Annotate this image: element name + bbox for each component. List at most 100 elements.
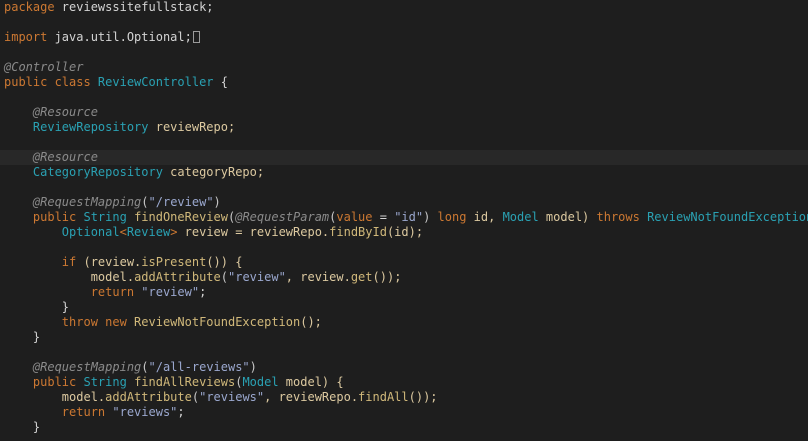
code-token: model) { — [278, 375, 344, 389]
code-line[interactable]: public class ReviewController { — [0, 75, 808, 90]
code-line[interactable]: return "review"; — [0, 285, 808, 300]
code-token: categoryRepo; — [162, 165, 265, 179]
code-token: "review" — [141, 285, 200, 299]
code-editor[interactable]: package reviewssitefullstack; import java… — [0, 0, 808, 441]
code-line[interactable]: @RequestMapping("/all-reviews") — [0, 360, 808, 375]
code-token: } — [61, 300, 70, 314]
code-token: "reviews" — [112, 405, 178, 419]
code-line[interactable]: @Resource — [0, 105, 808, 120]
code-token: CategoryRepository — [32, 165, 163, 179]
code-token: ) — [213, 195, 221, 209]
code-line[interactable] — [0, 90, 808, 105]
code-token: import — [4, 30, 48, 44]
code-token: review = reviewRepo. — [177, 225, 330, 239]
code-line[interactable] — [0, 180, 808, 195]
code-line[interactable]: Optional<Review> review = reviewRepo.fin… — [0, 225, 808, 240]
code-token: "/review" — [148, 195, 214, 209]
code-line[interactable]: ReviewRepository reviewRepo; — [0, 120, 808, 135]
code-token: "review" — [228, 270, 286, 284]
code-token: Model — [242, 375, 279, 389]
code-token: ReviewController — [97, 75, 214, 89]
code-token: findOneReview — [134, 210, 228, 224]
code-token: @Resource — [32, 105, 98, 119]
text-cursor — [192, 31, 200, 43]
code-token: , reviewRepo. — [264, 390, 359, 404]
code-line[interactable]: } — [0, 420, 808, 435]
code-line[interactable]: } — [0, 300, 808, 315]
code-token: ()); — [372, 270, 402, 284]
code-token: ()) { — [206, 255, 243, 269]
code-token: String — [83, 210, 135, 224]
code-line[interactable] — [0, 240, 808, 255]
code-token: public class — [4, 75, 98, 89]
code-token: } — [32, 420, 41, 434]
code-token: findAll — [358, 390, 409, 404]
code-token: reviewRepo; — [148, 120, 236, 134]
code-token: value — [336, 210, 373, 224]
code-token: ; — [199, 285, 207, 299]
code-token: (); — [300, 315, 322, 329]
code-token: "/all-reviews" — [148, 360, 250, 374]
code-token: findAllReviews — [134, 375, 236, 389]
code-token: ( — [220, 270, 228, 284]
code-line[interactable]: public String findAllReviews(Model model… — [0, 375, 808, 390]
code-line[interactable]: return "reviews"; — [0, 405, 808, 420]
code-line[interactable]: } — [0, 330, 808, 345]
code-line[interactable] — [0, 45, 808, 60]
code-token: java.util.Optional; — [47, 30, 192, 44]
code-token: model. — [61, 390, 106, 404]
code-token: } — [32, 330, 41, 344]
code-line[interactable]: if (review.isPresent()) { — [0, 255, 808, 270]
code-token: ) — [423, 210, 438, 224]
code-token: public — [32, 210, 84, 224]
code-line[interactable] — [0, 345, 808, 360]
code-line[interactable]: @Controller — [0, 60, 808, 75]
code-token: @RequestMapping — [32, 195, 142, 209]
code-token: { — [213, 75, 228, 89]
code-line[interactable]: CategoryRepository categoryRepo; — [0, 165, 808, 180]
code-token: if — [61, 255, 77, 269]
code-line[interactable]: @RequestMapping("/review") — [0, 195, 808, 210]
code-line[interactable]: public String findOneReview(@RequestPara… — [0, 210, 808, 225]
code-token: ReviewRepository — [32, 120, 149, 134]
code-token: ( — [141, 195, 149, 209]
code-token: = — [372, 210, 395, 224]
code-token: @RequestMapping — [32, 360, 142, 374]
code-token: isPresent — [141, 255, 207, 269]
code-line[interactable] — [0, 135, 808, 150]
code-token: get — [350, 270, 373, 284]
code-token: ReviewNotFoundException — [134, 315, 301, 329]
code-token: @Resource — [32, 150, 98, 164]
code-token: String — [83, 375, 135, 389]
code-token: , review. — [285, 270, 351, 284]
code-token: < — [119, 225, 127, 239]
code-token: ; — [177, 405, 185, 419]
code-token: ( — [141, 360, 149, 374]
code-token: ) — [249, 360, 257, 374]
code-line[interactable]: package reviewssitefullstack; — [0, 0, 808, 15]
code-token: model) — [538, 210, 597, 224]
code-token: id, — [466, 210, 503, 224]
code-line[interactable]: model.addAttribute("reviews", reviewRepo… — [0, 390, 808, 405]
code-line[interactable]: model.addAttribute("review", review.get(… — [0, 270, 808, 285]
code-token: throws — [596, 210, 648, 224]
code-token: package — [4, 0, 55, 14]
code-line[interactable]: throw new ReviewNotFoundException(); — [0, 315, 808, 330]
code-token: addAttribute — [105, 390, 192, 404]
code-line[interactable]: import java.util.Optional; — [0, 30, 808, 45]
code-line[interactable]: @Resource — [0, 150, 808, 165]
code-token: throw new — [61, 315, 135, 329]
code-token: reviewssitefullstack; — [54, 0, 214, 14]
code-line[interactable] — [0, 15, 808, 30]
